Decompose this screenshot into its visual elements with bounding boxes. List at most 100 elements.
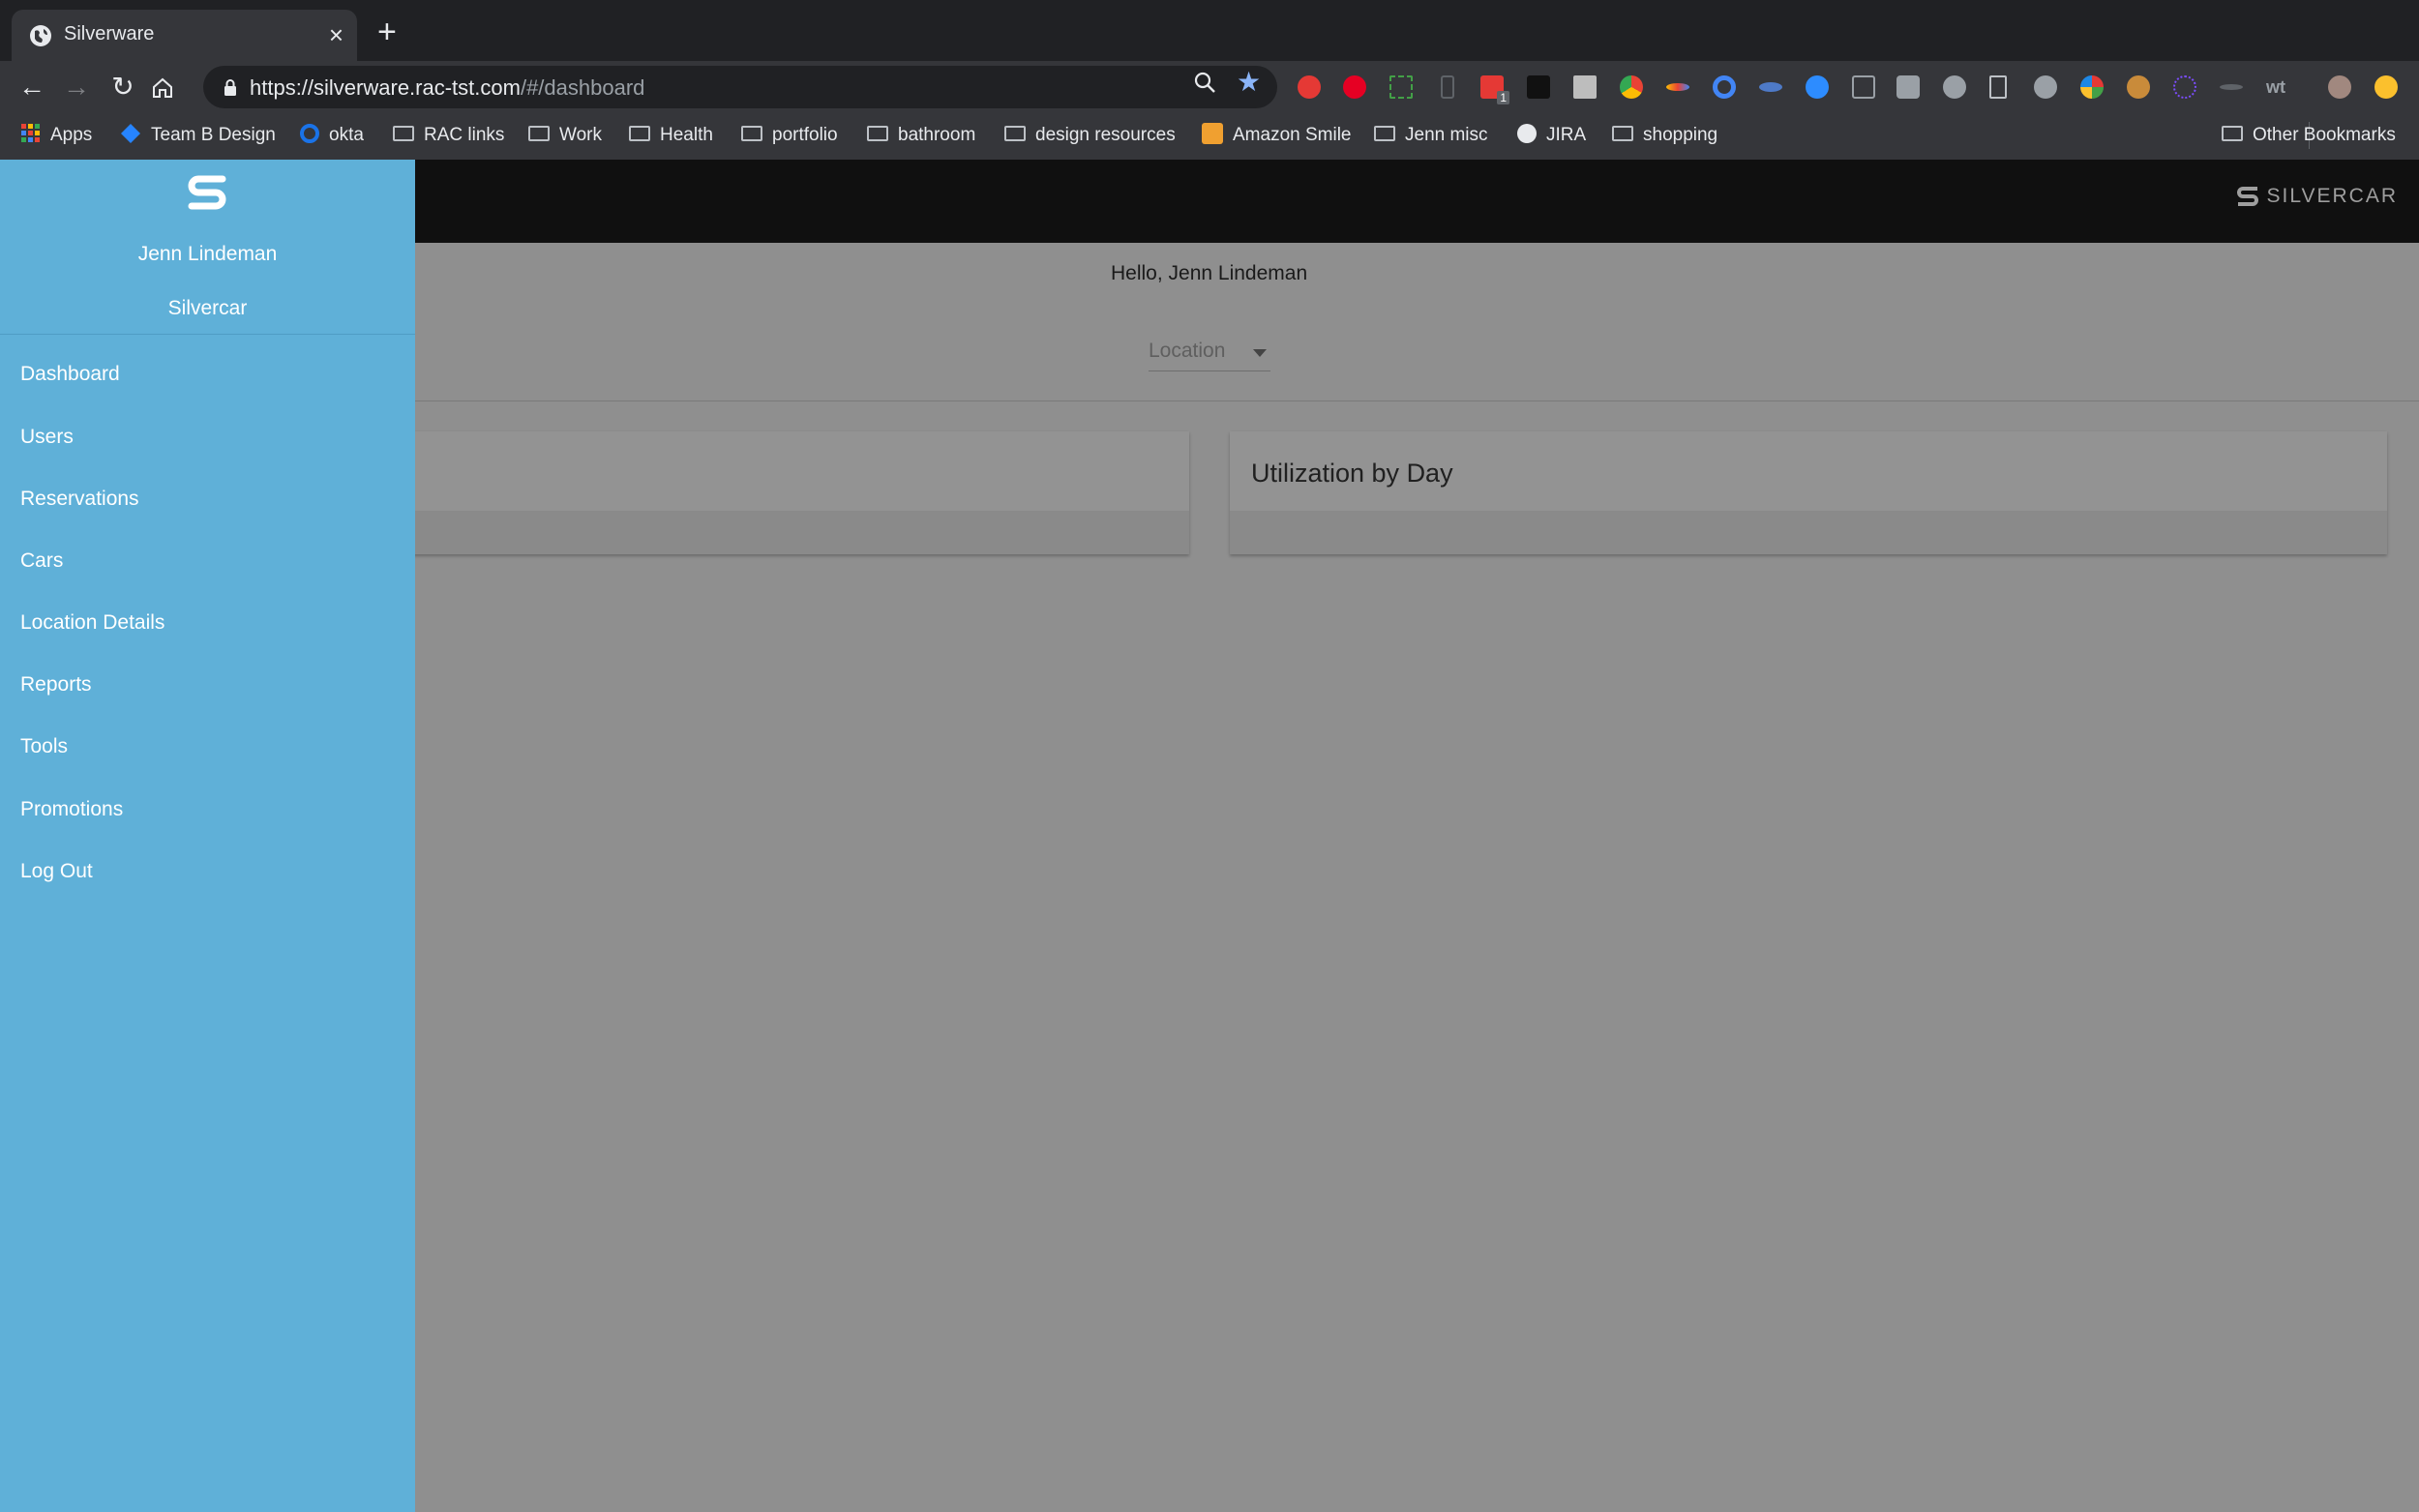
bookmark-jenn-misc[interactable]: Jenn misc <box>1374 122 1488 149</box>
update-icon[interactable] <box>2374 75 2398 99</box>
bookmark-apps[interactable]: Apps <box>21 122 92 149</box>
new-tab-icon[interactable]: + <box>377 15 397 48</box>
bookmark-label: Amazon Smile <box>1233 125 1352 145</box>
sidebar-item-location-details[interactable]: Location Details <box>20 611 164 635</box>
extension-u-icon[interactable] <box>1943 75 1966 99</box>
extension-dog-icon[interactable] <box>2220 84 2243 90</box>
greeting-text: Hello, Jenn Lindeman <box>1111 262 1308 284</box>
url-path: /#/dashboard <box>520 75 645 100</box>
apps-grid-icon <box>21 123 40 142</box>
bookmark-other-bookmarks[interactable]: Other Bookmarks <box>2222 122 2396 149</box>
bookmark-team-b-design[interactable]: Team B Design <box>120 122 276 149</box>
browser-toolbar: ← → ↻ https://silverware.rac-tst.com/#/d… <box>0 61 2419 112</box>
extension-link-icon[interactable] <box>1759 82 1782 92</box>
extension-dots-icon[interactable] <box>2173 75 2196 99</box>
extension-chat-icon[interactable] <box>2034 75 2057 99</box>
extension-cookie-icon[interactable] <box>2127 75 2150 99</box>
bookmark-label: Health <box>660 125 713 145</box>
sidebar-item-log-out[interactable]: Log Out <box>20 860 93 883</box>
globe-icon <box>1517 123 1537 143</box>
bookmark-shopping[interactable]: shopping <box>1612 122 1717 149</box>
sidebar-item-tools[interactable]: Tools <box>20 735 68 758</box>
extension-phone-icon[interactable] <box>1441 75 1454 99</box>
bookmarks-bar: Apps Team B Design okta RAC links Work H… <box>0 112 2419 161</box>
bookmark-amazon-smile[interactable]: Amazon Smile <box>1202 122 1352 149</box>
browser-tabstrip: Silverware × + <box>0 0 2419 61</box>
diamond-icon <box>121 123 140 143</box>
extension-wt-icon[interactable]: wt <box>2266 75 2289 99</box>
bookmark-label: Jenn misc <box>1405 125 1488 145</box>
sidebar-item-dashboard[interactable]: Dashboard <box>20 363 120 386</box>
sidebar-item-reports[interactable]: Reports <box>20 673 92 697</box>
location-select-label: Location <box>1149 340 1226 362</box>
brand-logo: SILVERCAR <box>2234 185 2398 208</box>
extension-stop-icon[interactable] <box>1298 75 1321 99</box>
folder-icon <box>393 125 414 141</box>
bookmark-label: shopping <box>1643 125 1718 145</box>
lock-icon <box>224 79 236 96</box>
extension-calendar-icon[interactable]: 1 <box>1480 75 1509 104</box>
forward-icon[interactable]: → <box>58 69 95 105</box>
sidebar-divider <box>0 334 415 335</box>
bookmark-design-resources[interactable]: design resources <box>1004 122 1176 149</box>
close-tab-icon[interactable]: × <box>329 19 343 50</box>
bookmark-rac-links[interactable]: RAC links <box>393 122 504 149</box>
sidebar-item-promotions[interactable]: Promotions <box>20 798 123 821</box>
url-host: https://silverware.rac-tst.com <box>250 75 521 100</box>
location-select[interactable]: Location <box>1149 340 1270 371</box>
browser-tab[interactable]: Silverware × <box>12 10 357 61</box>
silvercar-logo-icon <box>2236 187 2258 207</box>
extension-rainbow-icon[interactable] <box>1666 83 1689 91</box>
folder-icon <box>1612 125 1633 141</box>
bookmark-label: Apps <box>50 125 93 145</box>
okta-icon <box>300 123 319 143</box>
extension-screenshot-icon[interactable] <box>1389 75 1413 99</box>
url-text: https://silverware.rac-tst.com/#/dashboa… <box>250 75 644 101</box>
amazon-icon <box>1202 122 1223 144</box>
bookmark-jira[interactable]: JIRA <box>1517 122 1586 149</box>
address-bar[interactable]: https://silverware.rac-tst.com/#/dashboa… <box>203 66 1277 108</box>
bookmark-bathroom[interactable]: bathroom <box>867 122 975 149</box>
extension-chrome-icon[interactable] <box>1620 75 1643 99</box>
folder-icon <box>2222 125 2243 141</box>
utilization-by-day-card: Utilization by Day <box>1230 431 2387 554</box>
reload-icon[interactable]: ↻ <box>105 69 141 105</box>
sidebar-drawer: Jenn Lindeman Silvercar Dashboard Users … <box>0 160 415 1512</box>
folder-icon <box>1004 125 1026 141</box>
bookmark-label: portfolio <box>772 125 838 145</box>
extension-pinterest-icon[interactable] <box>1343 75 1366 99</box>
bookmark-label: Work <box>559 125 602 145</box>
sidebar-item-users[interactable]: Users <box>20 426 74 449</box>
card-title: Utilization by Day <box>1251 459 1453 488</box>
folder-icon <box>867 125 888 141</box>
card-header: Utilization by Day <box>1230 431 2387 511</box>
extension-zoom-video-icon[interactable] <box>1806 75 1829 99</box>
home-icon[interactable] <box>151 76 174 100</box>
extension-color-icon[interactable] <box>2080 75 2104 99</box>
extension-qr-icon[interactable] <box>1573 75 1597 99</box>
globe-icon <box>30 25 51 46</box>
bookmark-label: Other Bookmarks <box>2253 125 2396 145</box>
bookmark-okta[interactable]: okta <box>300 122 364 149</box>
folder-icon <box>629 125 650 141</box>
extension-circle-icon[interactable] <box>1713 75 1736 99</box>
bookmark-work[interactable]: Work <box>528 122 602 149</box>
sidebar-user-name: Jenn Lindeman <box>137 243 278 265</box>
bookmark-portfolio[interactable]: portfolio <box>741 122 838 149</box>
sidebar-item-cars[interactable]: Cars <box>20 549 63 573</box>
bookmark-star-icon[interactable]: ★ <box>1237 67 1261 98</box>
extension-figure-icon[interactable] <box>1527 75 1550 99</box>
sidebar-item-reservations[interactable]: Reservations <box>20 488 139 511</box>
extension-image-icon[interactable] <box>1852 75 1875 99</box>
extension-page-icon[interactable] <box>1989 75 2007 99</box>
bookmark-label: okta <box>329 125 364 145</box>
bookmark-label: design resources <box>1035 125 1176 145</box>
sidebar-org-name: Silvercar <box>167 297 248 319</box>
extension-badge: 1 <box>1497 91 1509 104</box>
extension-camera-icon[interactable] <box>1896 75 1920 99</box>
zoom-icon[interactable] <box>1192 70 1217 95</box>
bookmark-health[interactable]: Health <box>629 122 713 149</box>
back-icon[interactable]: ← <box>14 69 50 105</box>
profile-avatar-icon[interactable] <box>2328 75 2351 99</box>
folder-icon <box>1374 125 1395 141</box>
